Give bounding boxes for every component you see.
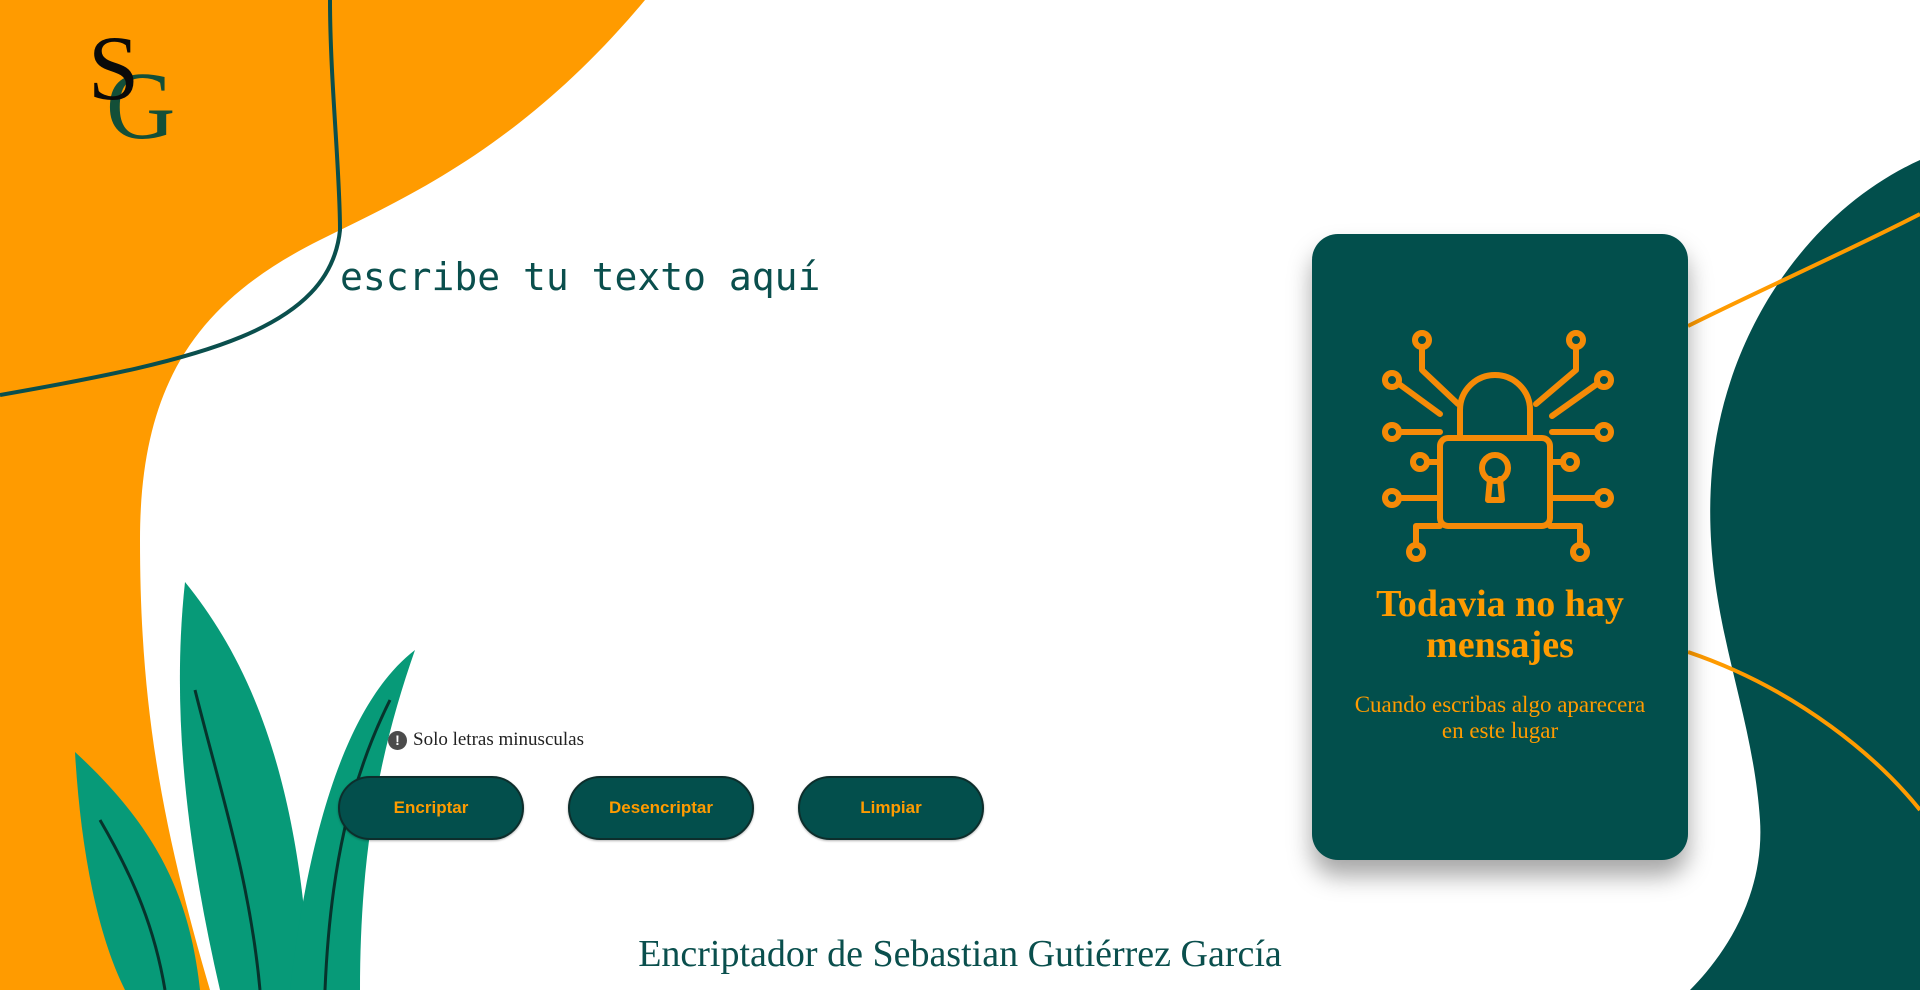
teal-right-blob: [1690, 160, 1920, 990]
clear-button[interactable]: Limpiar: [798, 776, 984, 840]
decrypt-button[interactable]: Desencriptar: [568, 776, 754, 840]
footer-credit: Encriptador de Sebastian Gutiérrez Garcí…: [638, 933, 1282, 975]
encrypt-button[interactable]: Encriptar: [338, 776, 524, 840]
empty-state-subtitle: Cuando escribas algo aparecera en este l…: [1354, 692, 1646, 743]
lowercase-hint: ! Solo letras minusculas: [388, 729, 584, 751]
exclamation-circle-icon: !: [388, 730, 407, 750]
empty-state-title: Todavia no hay mensajes: [1376, 583, 1624, 666]
logo-letter-s: S: [88, 17, 140, 119]
hint-text: Solo letras minusculas: [413, 729, 584, 750]
text-input[interactable]: [340, 255, 1220, 695]
output-card: Todavia no hay mensajes Cuando escribas …: [1312, 234, 1688, 860]
circuit-padlock-icon: [1382, 330, 1614, 562]
logo: G S: [88, 22, 218, 160]
